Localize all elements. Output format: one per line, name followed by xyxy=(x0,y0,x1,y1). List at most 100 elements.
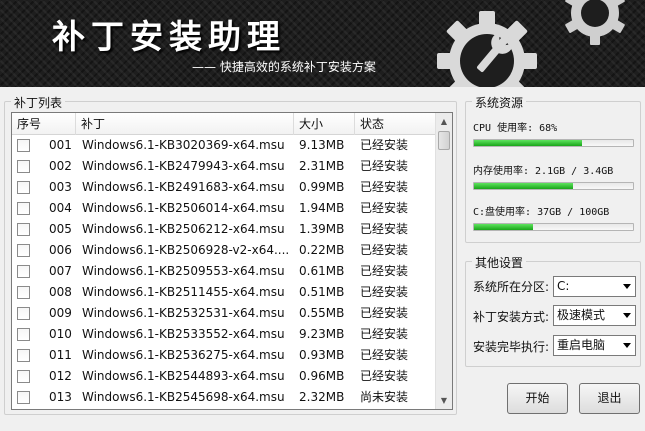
row-number: 010 xyxy=(49,327,72,341)
row-patch-name: Windows6.1-KB3020369-x64.msu xyxy=(82,138,285,152)
table-row[interactable]: 002 Windows6.1-KB2479943-x64.msu 2.31MB 已经安… xyxy=(12,156,436,177)
row-checkbox[interactable] xyxy=(17,244,30,257)
disk-usage-fill xyxy=(474,224,533,230)
row-checkbox[interactable] xyxy=(17,391,30,404)
row-size: 0.51MB xyxy=(299,285,345,299)
row-status: 已经安装 xyxy=(360,348,409,362)
row-status: 已经安装 xyxy=(360,201,409,215)
system-resources-group: 系统资源 CPU 使用率: 68% 内存使用率: 2.1GB / 3.4GB C… xyxy=(465,94,641,243)
column-header-status[interactable]: 状态 xyxy=(355,113,436,135)
row-number: 009 xyxy=(49,306,72,320)
row-patch-name: Windows6.1-KB2506928-v2-x64.... xyxy=(82,243,290,257)
row-checkbox[interactable] xyxy=(17,181,30,194)
row-patch-name: Windows6.1-KB2506014-x64.msu xyxy=(82,201,285,215)
row-number: 012 xyxy=(49,369,72,383)
column-header-number[interactable]: 序号 xyxy=(12,113,76,135)
row-patch-name: Windows6.1-KB2532531-x64.msu xyxy=(82,306,285,320)
after-install-label: 安装完毕执行: xyxy=(473,340,550,354)
table-row[interactable]: 011 Windows6.1-KB2536275-x64.msu 0.93MB 已经安… xyxy=(12,345,436,366)
row-size: 9.13MB xyxy=(299,138,345,152)
memory-usage-fill xyxy=(474,183,573,189)
row-number: 001 xyxy=(49,138,72,152)
row-checkbox[interactable] xyxy=(17,265,30,278)
cpu-usage-label: CPU 使用率: 68% xyxy=(473,123,558,134)
row-status: 尚未安装 xyxy=(360,390,409,404)
app-title: 补丁安装助理 xyxy=(52,17,286,56)
row-size: 0.61MB xyxy=(299,264,345,278)
table-row[interactable]: 006 Windows6.1-KB2506928-v2-x64.... 0.22MB… xyxy=(12,240,436,261)
row-checkbox[interactable] xyxy=(17,349,30,362)
row-checkbox[interactable] xyxy=(17,202,30,215)
column-header-patch[interactable]: 补丁 xyxy=(76,113,294,135)
row-patch-name: Windows6.1-KB2536275-x64.msu xyxy=(82,348,285,362)
row-size: 1.39MB xyxy=(299,222,345,236)
row-status: 已经安装 xyxy=(360,222,409,236)
list-scrollbar[interactable]: ▲ ▼ xyxy=(435,113,452,409)
row-size: 0.93MB xyxy=(299,348,345,362)
row-size: 0.99MB xyxy=(299,180,345,194)
list-header: 序号 补丁 大小 状态 xyxy=(12,113,436,135)
exit-button[interactable]: 退出 xyxy=(579,383,640,414)
disk-usage-label: C:盘使用率: 37GB / 100GB xyxy=(473,207,610,218)
table-row[interactable]: 012 Windows6.1-KB2544893-x64.msu 0.96MB 已经安… xyxy=(12,366,436,387)
table-row[interactable]: 004 Windows6.1-KB2506014-x64.msu 1.94MB 已经安… xyxy=(12,198,436,219)
row-size: 0.96MB xyxy=(299,369,345,383)
row-checkbox[interactable] xyxy=(17,139,30,152)
after-install-select[interactable]: 重启电脑 xyxy=(553,335,636,356)
row-checkbox[interactable] xyxy=(17,223,30,236)
row-number: 004 xyxy=(49,201,72,215)
memory-usage-label: 内存使用率: 2.1GB / 3.4GB xyxy=(473,166,614,177)
row-status: 已经安装 xyxy=(360,369,409,383)
row-checkbox[interactable] xyxy=(17,286,30,299)
table-row[interactable]: 010 Windows6.1-KB2533552-x64.msu 9.23MB 已经安… xyxy=(12,324,436,345)
chevron-down-icon xyxy=(623,313,631,318)
row-patch-name: Windows6.1-KB2545698-x64.msu xyxy=(82,390,285,404)
row-number: 011 xyxy=(49,348,72,362)
start-button[interactable]: 开始 xyxy=(507,383,568,414)
patch-list-label: 补丁列表 xyxy=(11,94,66,111)
other-settings-label: 其他设置 xyxy=(472,254,527,271)
row-size: 1.94MB xyxy=(299,201,345,215)
memory-usage-bar xyxy=(473,182,634,190)
table-row[interactable]: 005 Windows6.1-KB2506212-x64.msu 1.39MB 已经安… xyxy=(12,219,436,240)
row-size: 2.31MB xyxy=(299,159,345,173)
row-checkbox[interactable] xyxy=(17,370,30,383)
scroll-up-icon[interactable]: ▲ xyxy=(436,113,452,130)
install-mode-label: 补丁安装方式: xyxy=(473,310,550,324)
row-status: 已经安装 xyxy=(360,327,409,341)
install-mode-select[interactable]: 极速模式 xyxy=(553,305,636,326)
after-install-value: 重启电脑 xyxy=(557,338,606,352)
column-header-size[interactable]: 大小 xyxy=(294,113,355,135)
row-status: 已经安装 xyxy=(360,264,409,278)
table-row[interactable]: 013 Windows6.1-KB2545698-x64.msu 2.32MB 尚未安… xyxy=(12,387,436,408)
row-size: 9.23MB xyxy=(299,327,345,341)
table-row[interactable]: 007 Windows6.1-KB2509553-x64.msu 0.61MB 已经安… xyxy=(12,261,436,282)
row-status: 已经安装 xyxy=(360,306,409,320)
partition-select[interactable]: C: xyxy=(553,276,636,297)
table-row[interactable]: 009 Windows6.1-KB2532531-x64.msu 0.55MB 已经安… xyxy=(12,303,436,324)
row-patch-name: Windows6.1-KB2506212-x64.msu xyxy=(82,222,285,236)
install-mode-value: 极速模式 xyxy=(557,308,606,322)
row-checkbox[interactable] xyxy=(17,328,30,341)
row-checkbox[interactable] xyxy=(17,307,30,320)
scroll-down-icon[interactable]: ▼ xyxy=(436,392,452,409)
table-row[interactable]: 001 Windows6.1-KB3020369-x64.msu 9.13MB 已经安… xyxy=(12,135,436,156)
row-status: 已经安装 xyxy=(360,138,409,152)
row-number: 005 xyxy=(49,222,72,236)
row-checkbox[interactable] xyxy=(17,160,30,173)
row-patch-name: Windows6.1-KB2479943-x64.msu xyxy=(82,159,285,173)
chevron-down-icon xyxy=(623,343,631,348)
row-number: 002 xyxy=(49,159,72,173)
scrollbar-thumb[interactable] xyxy=(438,131,450,150)
table-row[interactable]: 008 Windows6.1-KB2511455-x64.msu 0.51MB 已经安… xyxy=(12,282,436,303)
patch-list[interactable]: 序号 补丁 大小 状态 001 Windows6.1-KB3020369-x64.… xyxy=(11,112,453,410)
row-size: 0.55MB xyxy=(299,306,345,320)
row-status: 已经安装 xyxy=(360,159,409,173)
disk-usage-bar xyxy=(473,223,634,231)
partition-label: 系统所在分区: xyxy=(473,280,550,294)
gear-wrench-icon xyxy=(437,11,537,87)
table-row[interactable]: 003 Windows6.1-KB2491683-x64.msu 0.99MB 已经安… xyxy=(12,177,436,198)
row-patch-name: Windows6.1-KB2509553-x64.msu xyxy=(82,264,285,278)
patch-list-group: 补丁列表 序号 补丁 大小 状态 001 Windows6.1-KB3020369… xyxy=(4,94,457,415)
row-patch-name: Windows6.1-KB2491683-x64.msu xyxy=(82,180,285,194)
